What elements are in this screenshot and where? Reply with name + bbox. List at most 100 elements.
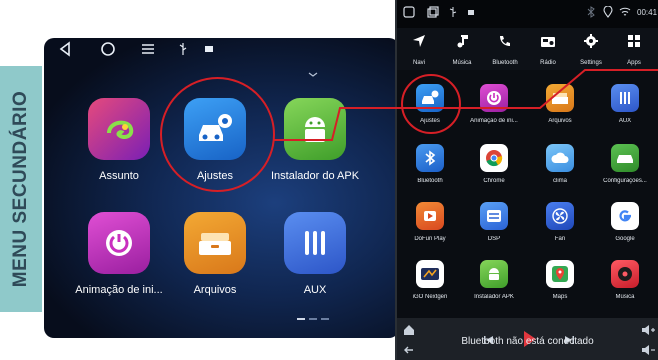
app-label: Animação de ini... <box>75 284 163 296</box>
app-label: DoFun Play <box>414 236 446 242</box>
clock-text: 00:41 <box>637 8 658 17</box>
left-status-bar <box>44 38 399 64</box>
banner-title: MENU SECUNDÁRIO <box>10 90 31 288</box>
right-status-bar: 00:41 <box>397 0 658 28</box>
app-igo-nextgen[interactable]: iGO Nextgen <box>399 260 461 300</box>
highlight-circle-left <box>160 77 275 192</box>
app-label: Arquivos <box>193 284 237 296</box>
maps-icon <box>546 260 574 288</box>
copy-icon[interactable] <box>427 6 439 22</box>
dofun-icon <box>416 202 444 230</box>
aux-icon <box>611 84 639 112</box>
nav-label: Navi <box>412 60 425 66</box>
radio-icon <box>526 28 570 54</box>
app-bluetooth[interactable]: Bluetooth <box>399 144 461 184</box>
nav-label: Settings <box>580 60 602 66</box>
app-label: Animação de ini... <box>470 118 518 124</box>
power-icon <box>480 84 508 112</box>
bottom-bar: Bluetooth não está conectado <box>397 318 658 360</box>
app-aux[interactable]: AUX <box>270 212 360 296</box>
app-label: Chrome <box>483 178 505 184</box>
fan-icon <box>546 202 574 230</box>
car-settings-icon <box>611 144 639 172</box>
app-label: iGO Nextgen <box>412 294 448 300</box>
nav-apps[interactable]: Apps <box>612 28 656 66</box>
usb-icon <box>178 41 188 61</box>
usb-icon <box>449 6 457 22</box>
app-label: Bluetooth <box>417 178 443 184</box>
app-label: Música <box>615 294 635 300</box>
chameleon-icon <box>88 98 150 160</box>
music-disc-icon <box>611 260 639 288</box>
app-animacao[interactable]: Animação de ini... <box>74 212 164 296</box>
app-dsp[interactable]: DSP <box>463 202 525 242</box>
volume-down-icon[interactable] <box>641 344 655 359</box>
apps-icon <box>612 28 656 54</box>
nav-label: Bluetooth <box>492 60 518 66</box>
app-instalador-apk[interactable]: Instalador do APK <box>270 98 360 182</box>
screen-comparison: MENU SECUNDÁRIO Assunto Ajustes Instalad… <box>0 0 658 360</box>
right-head-unit-screen: 00:41 Navi Música Bluetooth Rádio Settin… <box>395 0 658 360</box>
image-icon <box>467 6 475 22</box>
back-icon[interactable] <box>58 41 72 61</box>
window-icon[interactable] <box>403 6 415 22</box>
menu-icon[interactable] <box>140 41 156 61</box>
app-label: DSP <box>487 236 501 242</box>
app-chrome[interactable]: Chrome <box>463 144 525 184</box>
app-assunto[interactable]: Assunto <box>74 98 164 182</box>
home-icon[interactable] <box>100 41 116 61</box>
volume-up-icon[interactable] <box>641 324 655 339</box>
nav-musica[interactable]: Música <box>440 28 484 66</box>
igo-icon <box>416 260 444 288</box>
app-instalador-apk[interactable]: Instalador APK <box>463 260 525 300</box>
chrome-icon <box>480 144 508 172</box>
google-icon <box>611 202 639 230</box>
app-label: Configurações... <box>603 178 647 184</box>
phone-icon <box>483 28 527 54</box>
bluetooth-status-icon <box>587 6 595 22</box>
app-google[interactable]: Google <box>594 202 656 242</box>
app-label: Arquivos <box>548 118 572 124</box>
app-label: Fan <box>554 236 566 242</box>
highlight-circle-right <box>401 74 461 134</box>
drawer-icon <box>184 212 246 274</box>
app-label: AUX <box>303 284 327 296</box>
app-fan[interactable]: Fan <box>529 202 591 242</box>
app-clima[interactable]: clima <box>529 144 591 184</box>
dsp-icon <box>480 202 508 230</box>
nav-label: Apps <box>627 60 641 66</box>
nav-settings[interactable]: Settings <box>569 28 613 66</box>
bluetooth-icon <box>416 144 444 172</box>
app-dofun-play[interactable]: DoFun Play <box>399 202 461 242</box>
cloud-icon <box>546 144 574 172</box>
power-icon <box>88 212 150 274</box>
app-musica[interactable]: Música <box>594 260 656 300</box>
page-dot <box>321 318 329 320</box>
app-maps[interactable]: Maps <box>529 260 591 300</box>
navigation-icon <box>397 28 441 54</box>
location-icon <box>603 5 613 22</box>
chevron-down-icon[interactable] <box>308 70 318 81</box>
page-dot <box>297 318 305 320</box>
gear-icon <box>569 28 613 54</box>
nav-bluetooth[interactable]: Bluetooth <box>483 28 527 66</box>
app-label: Maps <box>552 294 568 300</box>
app-arquivos[interactable]: Arquivos <box>170 212 260 296</box>
app-label: AUX <box>618 118 632 124</box>
aux-icon <box>284 212 346 274</box>
nav-navi[interactable]: Navi <box>397 28 441 66</box>
app-label: clima <box>552 178 567 184</box>
app-label: Instalador do APK <box>270 170 360 182</box>
app-arquivos[interactable]: Arquivos <box>529 84 591 124</box>
app-configuracoes[interactable]: Configurações... <box>594 144 656 184</box>
app-label: Instalador APK <box>474 294 514 300</box>
page-dot <box>309 318 317 320</box>
app-aux[interactable]: AUX <box>594 84 656 124</box>
drawer-icon <box>546 84 574 112</box>
nav-radio[interactable]: Rádio <box>526 28 570 66</box>
page-indicator <box>297 318 329 320</box>
android-icon <box>284 98 346 160</box>
music-icon <box>440 28 484 54</box>
app-animacao[interactable]: Animação de ini... <box>463 84 525 124</box>
app-label: Google <box>615 236 635 242</box>
